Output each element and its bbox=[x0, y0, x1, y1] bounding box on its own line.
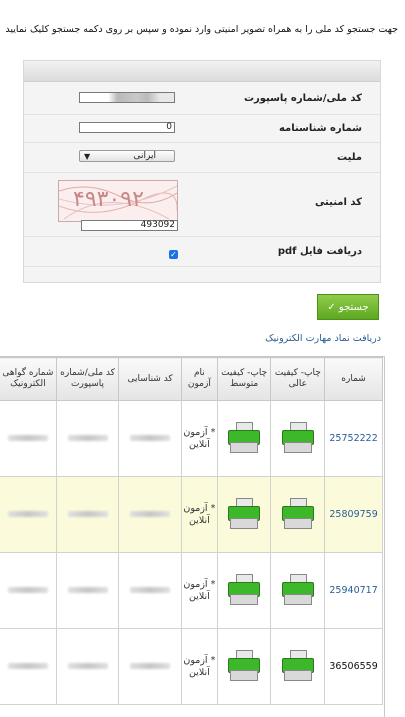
row-birth-cert: شماره شناسنامه 0 bbox=[24, 114, 380, 143]
national-code bbox=[55, 552, 120, 629]
header-exam-name: نام آزمون bbox=[180, 357, 218, 401]
nationality-select[interactable]: ایرانی ▼ bbox=[79, 150, 175, 162]
header-national-code: کد ملی/شماره پاسپورت bbox=[55, 357, 120, 401]
header-certificate-number: شماره گواهی الکترونیک bbox=[0, 357, 57, 401]
row-number-link[interactable]: 25809759 bbox=[324, 476, 383, 553]
national-code bbox=[55, 628, 120, 705]
header-print-high: چاپ- کیفیت عالی bbox=[270, 357, 326, 401]
certificate-number bbox=[0, 552, 57, 629]
search-form-panel: کد ملی/شماره پاسپورت شماره شناسنامه 0 مل… bbox=[23, 60, 381, 283]
identification-code bbox=[118, 552, 182, 629]
exam-name: * آزمون آنلاین bbox=[180, 400, 218, 477]
row-number-link[interactable]: 36506559 bbox=[324, 628, 383, 705]
birth-cert-label: شماره شناسنامه bbox=[278, 123, 362, 134]
captcha-label: کد امنیتی bbox=[314, 197, 362, 208]
print-high-button[interactable] bbox=[270, 476, 326, 553]
panel-header bbox=[24, 61, 380, 82]
captcha-image: ۴۹۳۰۹۲ bbox=[58, 180, 178, 222]
certificate-number bbox=[0, 476, 57, 553]
table-row: 25940717 * آزمون آنلاین bbox=[0, 552, 383, 629]
printer-icon bbox=[280, 650, 316, 681]
table-row: 25809759 * آزمون آنلاین bbox=[0, 476, 383, 553]
print-high-button[interactable] bbox=[270, 552, 326, 629]
header-number: شماره bbox=[324, 357, 383, 401]
table-row: 25752222 * آزمون آنلاین bbox=[0, 400, 383, 477]
print-high-button[interactable] bbox=[270, 400, 326, 477]
national-code bbox=[55, 476, 120, 553]
print-medium-button[interactable] bbox=[216, 476, 272, 553]
print-medium-button[interactable] bbox=[216, 552, 272, 629]
printer-icon bbox=[226, 422, 262, 453]
exam-name: * آزمون آنلاین bbox=[180, 476, 218, 553]
certificate-number bbox=[0, 628, 57, 705]
birth-cert-input[interactable]: 0 bbox=[79, 122, 175, 133]
print-medium-button[interactable] bbox=[216, 628, 272, 705]
table-row: 36506559 * آزمون آنلاین bbox=[0, 628, 383, 705]
identification-code bbox=[118, 400, 182, 477]
row-pdf: دریافت فایل pdf bbox=[24, 236, 380, 267]
header-print-medium: چاپ- کیفیت متوسط bbox=[216, 357, 272, 401]
row-nationality: ملیت ایرانی ▼ bbox=[24, 142, 380, 173]
search-button[interactable]: جستجو ✓ bbox=[317, 294, 379, 320]
intro-text: جهت جستجو کد ملی را به همراه تصویر امنیت… bbox=[5, 24, 398, 35]
nationality-value: ایرانی bbox=[133, 151, 156, 161]
identification-code bbox=[118, 628, 182, 705]
printer-icon bbox=[226, 574, 262, 605]
nationality-label: ملیت bbox=[337, 152, 362, 163]
pdf-label: دریافت فایل pdf bbox=[277, 246, 362, 257]
national-code bbox=[55, 400, 120, 477]
exam-name: * آزمون آنلاین bbox=[180, 628, 218, 705]
printer-icon bbox=[280, 498, 316, 529]
electronic-skill-link[interactable]: دریافت نماد مهارت الکترونیک bbox=[265, 333, 381, 344]
identification-code bbox=[118, 476, 182, 553]
row-number-link[interactable]: 25752222 bbox=[324, 400, 383, 477]
printer-icon bbox=[226, 498, 262, 529]
print-high-button[interactable] bbox=[270, 628, 326, 705]
chevron-down-icon: ▼ bbox=[84, 152, 91, 161]
national-code-label: کد ملی/شماره پاسپورت bbox=[243, 93, 362, 104]
printer-icon bbox=[280, 422, 316, 453]
row-number-link[interactable]: 25940717 bbox=[324, 552, 383, 629]
exam-name: * آزمون آنلاین bbox=[180, 552, 218, 629]
pdf-checkbox[interactable]: ✓ bbox=[169, 250, 178, 259]
results-table: شماره چاپ- کیفیت عالی چاپ- کیفیت متوسط ن… bbox=[0, 357, 383, 705]
printer-icon bbox=[280, 574, 316, 605]
certificate-number bbox=[0, 400, 57, 477]
captcha-digits: ۴۹۳۰۹۲ bbox=[73, 187, 144, 212]
header-identification-code: کد شناسایی bbox=[118, 357, 182, 401]
national-code-input[interactable] bbox=[79, 92, 175, 103]
captcha-input[interactable]: 493092 bbox=[81, 220, 178, 231]
row-national-code: کد ملی/شماره پاسپورت bbox=[24, 83, 380, 115]
results-table-wrap: شماره چاپ- کیفیت عالی چاپ- کیفیت متوسط ن… bbox=[0, 356, 385, 717]
printer-icon bbox=[226, 650, 262, 681]
print-medium-button[interactable] bbox=[216, 400, 272, 477]
